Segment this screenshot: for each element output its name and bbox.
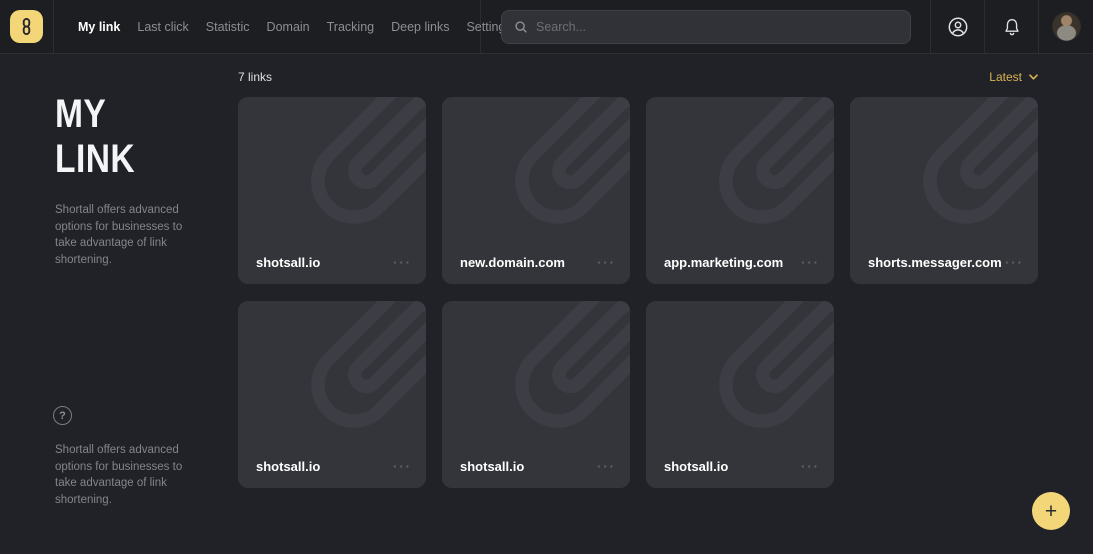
link-name: shotsall.io — [664, 459, 728, 474]
chain-link-icon — [17, 17, 36, 36]
link-name: shorts.messager.com — [868, 255, 1002, 270]
link-card[interactable]: shorts.messager.com ··· — [850, 97, 1038, 284]
card-menu-button[interactable]: ··· — [801, 462, 820, 472]
page-body: MY LINK Shortall offers advanced options… — [0, 54, 1093, 553]
link-card[interactable]: shotsall.io ··· — [442, 301, 630, 488]
link-card[interactable]: app.marketing.com ··· — [646, 97, 834, 284]
account-cell — [931, 0, 985, 53]
nav-last-click[interactable]: Last click — [137, 20, 188, 34]
page-title-line1: MY — [55, 92, 194, 137]
add-link-button[interactable]: + — [1032, 492, 1070, 530]
link-name: app.marketing.com — [664, 255, 783, 270]
nav-deep-links[interactable]: Deep links — [391, 20, 449, 34]
nav-statistic[interactable]: Statistic — [206, 20, 250, 34]
link-name: new.domain.com — [460, 255, 565, 270]
user-avatar[interactable] — [1052, 12, 1081, 41]
card-menu-button[interactable]: ··· — [597, 462, 616, 472]
help-block: ? Shortall offers advanced options for b… — [55, 406, 207, 508]
chevron-down-icon — [1029, 74, 1038, 80]
main-nav: My link Last click Statistic Domain Trac… — [54, 0, 481, 53]
link-card[interactable]: new.domain.com ··· — [442, 97, 630, 284]
search-icon — [514, 20, 528, 34]
card-menu-button[interactable]: ··· — [1005, 258, 1024, 268]
paperclip-icon — [472, 97, 630, 265]
paperclip-icon — [676, 97, 834, 265]
help-description: Shortall offers advanced options for bus… — [55, 442, 207, 508]
page-title-line2: LINK — [55, 137, 194, 182]
app-logo-button[interactable] — [10, 10, 43, 43]
notifications-cell — [985, 0, 1039, 53]
links-grid: shotsall.io ··· new.domain.com ··· a — [238, 97, 1038, 488]
person-circle-icon — [946, 15, 970, 39]
paperclip-icon — [676, 301, 834, 469]
link-card[interactable]: shotsall.io ··· — [238, 301, 426, 488]
paperclip-icon — [268, 301, 426, 469]
sidebar-description: Shortall offers advanced options for bus… — [55, 202, 207, 268]
sidebar: MY LINK Shortall offers advanced options… — [55, 54, 220, 268]
paperclip-icon — [268, 97, 426, 265]
bell-icon — [1001, 16, 1023, 38]
top-nav: My link Last click Statistic Domain Trac… — [0, 0, 1093, 54]
search-box[interactable] — [501, 10, 911, 44]
search-input[interactable] — [536, 20, 898, 34]
nav-domain[interactable]: Domain — [267, 20, 310, 34]
sort-dropdown[interactable]: Latest — [989, 70, 1038, 84]
nav-my-link[interactable]: My link — [78, 20, 120, 34]
search-cell — [481, 0, 931, 53]
content-header: 7 links Latest — [238, 54, 1038, 91]
card-menu-button[interactable]: ··· — [597, 258, 616, 268]
card-menu-button[interactable]: ··· — [393, 258, 412, 268]
avatar-cell — [1039, 0, 1093, 53]
link-name: shotsall.io — [256, 255, 320, 270]
sort-label: Latest — [989, 70, 1022, 84]
paperclip-icon — [880, 97, 1038, 265]
notifications-button[interactable] — [1001, 16, 1023, 38]
link-name: shotsall.io — [256, 459, 320, 474]
help-icon[interactable]: ? — [53, 406, 72, 425]
nav-tracking[interactable]: Tracking — [327, 20, 374, 34]
link-name: shotsall.io — [460, 459, 524, 474]
links-section: 7 links Latest shotsall.io ··· — [238, 54, 1038, 488]
logo-cell — [0, 0, 54, 53]
links-count: 7 links — [238, 70, 272, 84]
card-menu-button[interactable]: ··· — [393, 462, 412, 472]
link-card[interactable]: shotsall.io ··· — [238, 97, 426, 284]
paperclip-icon — [472, 301, 630, 469]
link-card[interactable]: shotsall.io ··· — [646, 301, 834, 488]
page-title: MY LINK — [55, 92, 194, 182]
account-button[interactable] — [946, 15, 970, 39]
card-menu-button[interactable]: ··· — [801, 258, 820, 268]
